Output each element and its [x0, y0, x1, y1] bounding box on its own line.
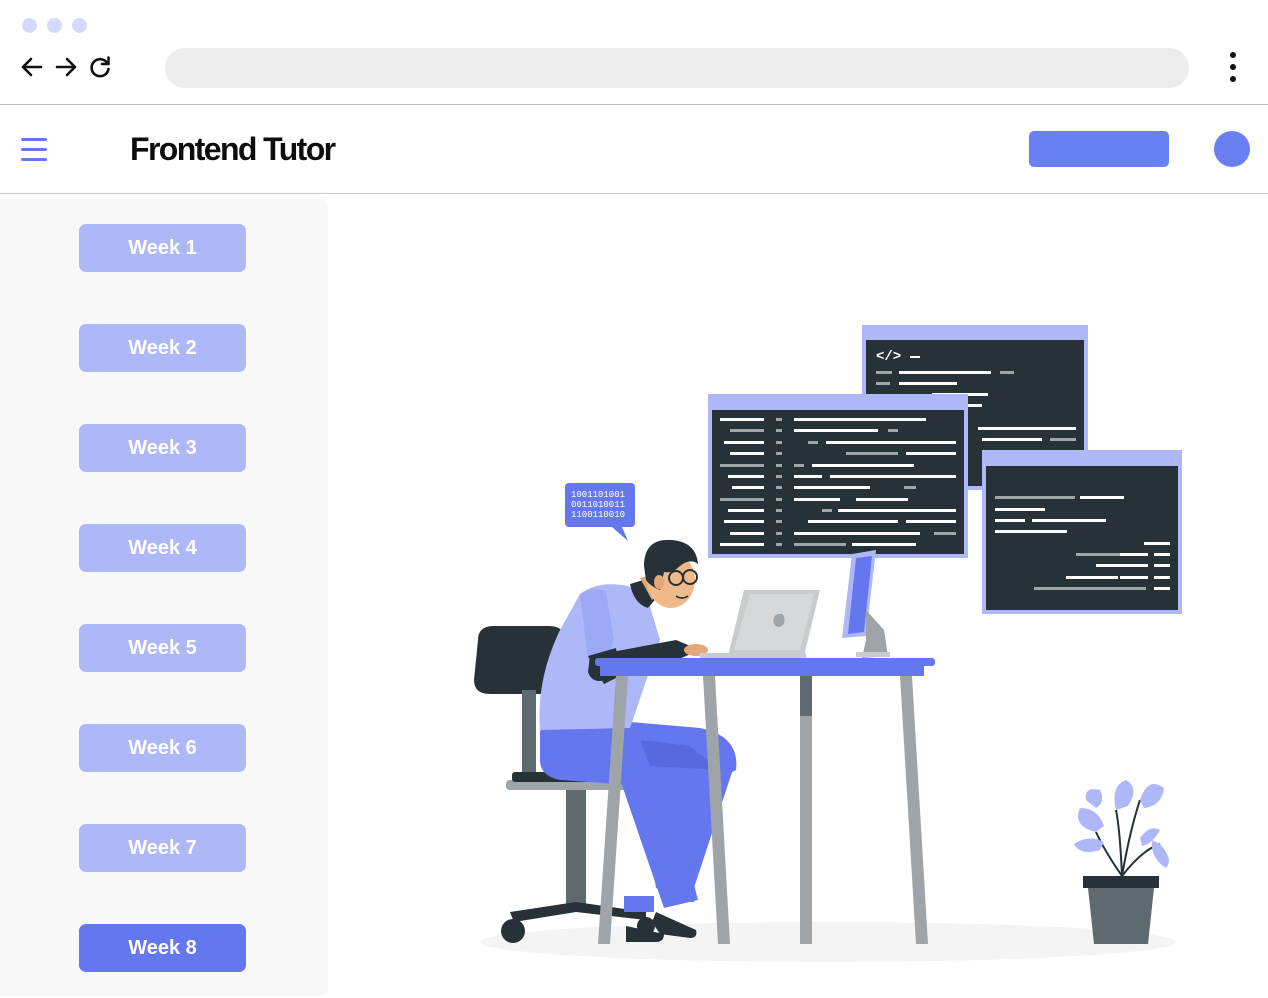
- address-bar[interactable]: [165, 48, 1189, 88]
- sidebar: Week 1 Week 2 Week 3 Week 4 Week 5 Week …: [0, 199, 328, 996]
- more-options-icon[interactable]: [1224, 52, 1242, 82]
- developer-illustration: </> 1001101001 0011010011 1100110010: [474, 325, 1182, 962]
- code-window-right: [982, 450, 1182, 614]
- chrome-divider: [0, 104, 1268, 105]
- code-window-front: [708, 394, 968, 558]
- week-1-button[interactable]: Week 1: [79, 224, 246, 272]
- header-action-button[interactable]: [1029, 131, 1169, 167]
- week-8-button[interactable]: Week 8: [79, 924, 246, 972]
- binary-line-1: 1001101001: [571, 490, 625, 500]
- week-4-button[interactable]: Week 4: [79, 524, 246, 572]
- hamburger-menu-icon[interactable]: [21, 138, 47, 162]
- week-7-button[interactable]: Week 7: [79, 824, 246, 872]
- laptop: [700, 590, 820, 658]
- binary-line-2: 0011010011: [571, 500, 625, 510]
- desktop-monitor: [842, 550, 890, 658]
- week-3-button[interactable]: Week 3: [79, 424, 246, 472]
- week-6-button[interactable]: Week 6: [79, 724, 246, 772]
- window-dot-2[interactable]: [47, 18, 62, 33]
- window-dot-1[interactable]: [22, 18, 37, 33]
- forward-arrow-icon[interactable]: [53, 54, 79, 80]
- week-2-button[interactable]: Week 2: [79, 324, 246, 372]
- header-divider: [0, 193, 1268, 194]
- potted-plant: [1074, 780, 1169, 944]
- floor-shadow: [480, 922, 1176, 962]
- back-arrow-icon[interactable]: [19, 54, 45, 80]
- reload-icon[interactable]: [87, 54, 113, 80]
- brand-title: Frontend Tutor: [130, 131, 336, 167]
- binary-speech-bubble: 1001101001 0011010011 1100110010: [565, 483, 635, 541]
- code-tag-text: </>: [876, 349, 901, 365]
- window-dot-3[interactable]: [72, 18, 87, 33]
- binary-line-3: 1100110010: [571, 510, 625, 520]
- avatar[interactable]: [1214, 131, 1250, 167]
- week-5-button[interactable]: Week 5: [79, 624, 246, 672]
